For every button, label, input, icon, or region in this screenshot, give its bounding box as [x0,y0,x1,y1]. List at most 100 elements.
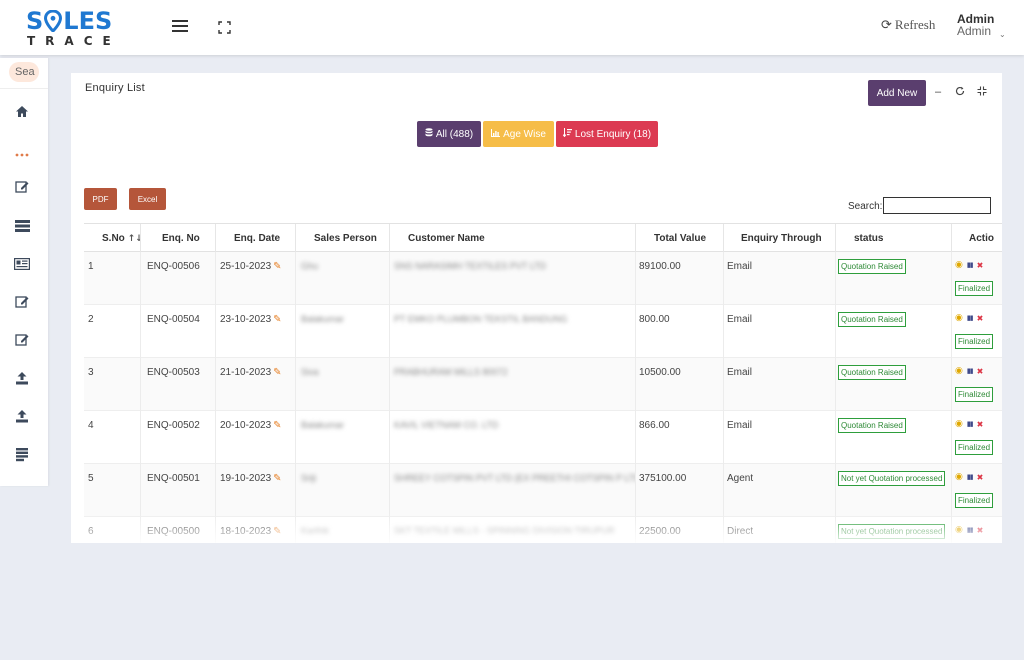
enq-no-value: ENQ-00500 [147,526,200,537]
cell-enquiry-through: Email [723,411,835,464]
refresh-button[interactable]: ⟳ Refresh [881,17,935,33]
view-eye-icon[interactable]: ◉ [955,472,963,482]
total-value: 89100.00 [639,261,681,272]
export-pdf-button[interactable]: PDF [84,188,117,210]
cell-sno: 2 [84,305,140,358]
menu-toggle-icon[interactable] [172,20,188,34]
edit-icon-3[interactable] [12,331,32,349]
document-list-icon[interactable] [12,446,32,464]
col-header-total-value[interactable]: Total Value [635,224,723,252]
enq-no-value: ENQ-00501 [147,473,200,484]
cell-actions: ◉ ▮▮ ✖ Finalized [951,358,1002,411]
edit-date-icon[interactable]: ✎ [273,261,281,272]
delete-trash-icon[interactable]: ✖ [977,420,984,429]
edit-date-icon[interactable]: ✎ [273,420,281,431]
total-value: 375100.00 [639,473,687,484]
sales-trace-logo[interactable]: S LES TRACE [26,8,116,48]
more-dots-icon[interactable] [12,146,32,164]
col-header-customer-name[interactable]: Customer Name [389,224,635,252]
status-badge: Quotation Raised [838,259,906,274]
cell-enq-no: ENQ-00500 [140,517,215,543]
cell-actions: ◉ ▮▮ ✖ Finalized [951,252,1002,305]
col-header-enq-date[interactable]: Enq. Date [215,224,295,252]
enquiry-through-value: Email [727,420,753,431]
view-eye-icon[interactable]: ◉ [955,313,963,323]
sales-person-value: Sriji [301,473,316,483]
cell-status: Not yet Quotation processed [835,517,951,543]
filter-all-button[interactable]: All (488) [417,121,481,147]
finalized-badge: Finalized [955,493,994,508]
status-badge: Not yet Quotation processed [838,524,946,539]
home-icon[interactable] [12,102,32,120]
newspaper-icon[interactable] [12,255,32,273]
list-icon[interactable] [12,217,32,235]
cell-actions: ◉ ▮▮ ✖ Finalized [951,305,1002,358]
edit-icon-2[interactable] [12,293,32,311]
col-header-action[interactable]: Actio [951,224,1002,252]
enq-no-value: ENQ-00506 [147,261,200,272]
col-header-sales-person[interactable]: Sales Person [295,224,389,252]
delete-trash-icon[interactable]: ✖ [977,473,984,482]
cell-enq-date: 21-10-2023 ✎ [215,358,295,411]
cell-sno: 6 [84,517,140,543]
add-new-button[interactable]: Add New [868,80,926,106]
edit-date-icon[interactable]: ✎ [273,526,281,537]
cell-customer-name: SKT TEXTILE MILLS - SPINNING DIVISION TI… [389,517,635,543]
cell-customer-name: SHREEY COTSPIN PVT LTD (EX PREETHI COTSP… [389,464,635,517]
cell-customer-name: PT EMKO PLUMBON TEKSTIL BANDUNG [389,305,635,358]
cell-sales-person: Siva [295,358,389,411]
location-pin-icon [44,9,63,34]
binoculars-icon[interactable]: ▮▮ [967,473,974,481]
total-value: 866.00 [639,420,670,431]
compress-icon[interactable] [977,86,987,99]
cell-sno: 4 [84,411,140,464]
table-row: 3 ENQ-00503 21-10-2023 ✎ Siva PRABHURAM MILLS… [84,358,1002,411]
view-eye-icon[interactable]: ◉ [955,419,963,429]
view-eye-icon[interactable]: ◉ [955,260,963,270]
sidebar: Sea [0,58,48,486]
fullscreen-icon[interactable] [218,21,231,34]
edit-icon[interactable] [12,178,32,196]
edit-date-icon[interactable]: ✎ [273,473,281,484]
binoculars-icon[interactable]: ▮▮ [967,367,974,375]
filter-age-wise-button[interactable]: Age Wise [483,121,554,147]
sales-person-value: Balakumar [301,420,345,430]
binoculars-icon[interactable]: ▮▮ [967,526,974,534]
edit-date-icon[interactable]: ✎ [273,314,281,325]
delete-trash-icon[interactable]: ✖ [977,526,984,535]
cell-status: Quotation Raised [835,252,951,305]
upload-icon-2[interactable] [12,407,32,425]
edit-date-icon[interactable]: ✎ [273,367,281,378]
cell-actions: ◉ ▮▮ ✖ Finalized [951,411,1002,464]
binoculars-icon[interactable]: ▮▮ [967,314,974,322]
sidebar-search-input[interactable]: Sea [9,62,39,82]
minimize-icon[interactable]: – [935,86,941,98]
view-eye-icon[interactable]: ◉ [955,525,963,535]
view-eye-icon[interactable]: ◉ [955,366,963,376]
reload-icon[interactable] [955,86,965,99]
col-header-status[interactable]: status [835,224,951,252]
export-excel-button[interactable]: Excel [129,188,166,210]
enquiry-through-value: Direct [727,526,754,537]
filter-lost-enquiry-button[interactable]: Lost Enquiry (18) [556,121,658,147]
search-input[interactable] [883,197,991,214]
cell-enq-date: 23-10-2023 ✎ [215,305,295,358]
delete-trash-icon[interactable]: ✖ [977,261,984,270]
binoculars-icon[interactable]: ▮▮ [967,261,974,269]
upload-icon[interactable] [12,369,32,387]
col-header-enquiry-through[interactable]: Enquiry Through [723,224,835,252]
user-menu[interactable]: Admin Admin ⌄ [957,13,1006,39]
refresh-icon: ⟳ [881,17,892,33]
col-header-sno[interactable]: S.No ↑↓ [84,224,140,252]
cell-enquiry-through: Email [723,305,835,358]
cell-enq-no: ENQ-00503 [140,358,215,411]
cell-status: Quotation Raised [835,411,951,464]
delete-trash-icon[interactable]: ✖ [977,367,984,376]
delete-trash-icon[interactable]: ✖ [977,314,984,323]
binoculars-icon[interactable]: ▮▮ [967,420,974,428]
logo-wordmark: S LES [26,7,113,35]
col-header-enq-no[interactable]: Enq. No [140,224,215,252]
status-badge: Quotation Raised [838,312,906,327]
cell-sno: 1 [84,252,140,305]
table-header: S.No ↑↓ Enq. No Enq. Date Sales Person C… [84,223,1002,252]
